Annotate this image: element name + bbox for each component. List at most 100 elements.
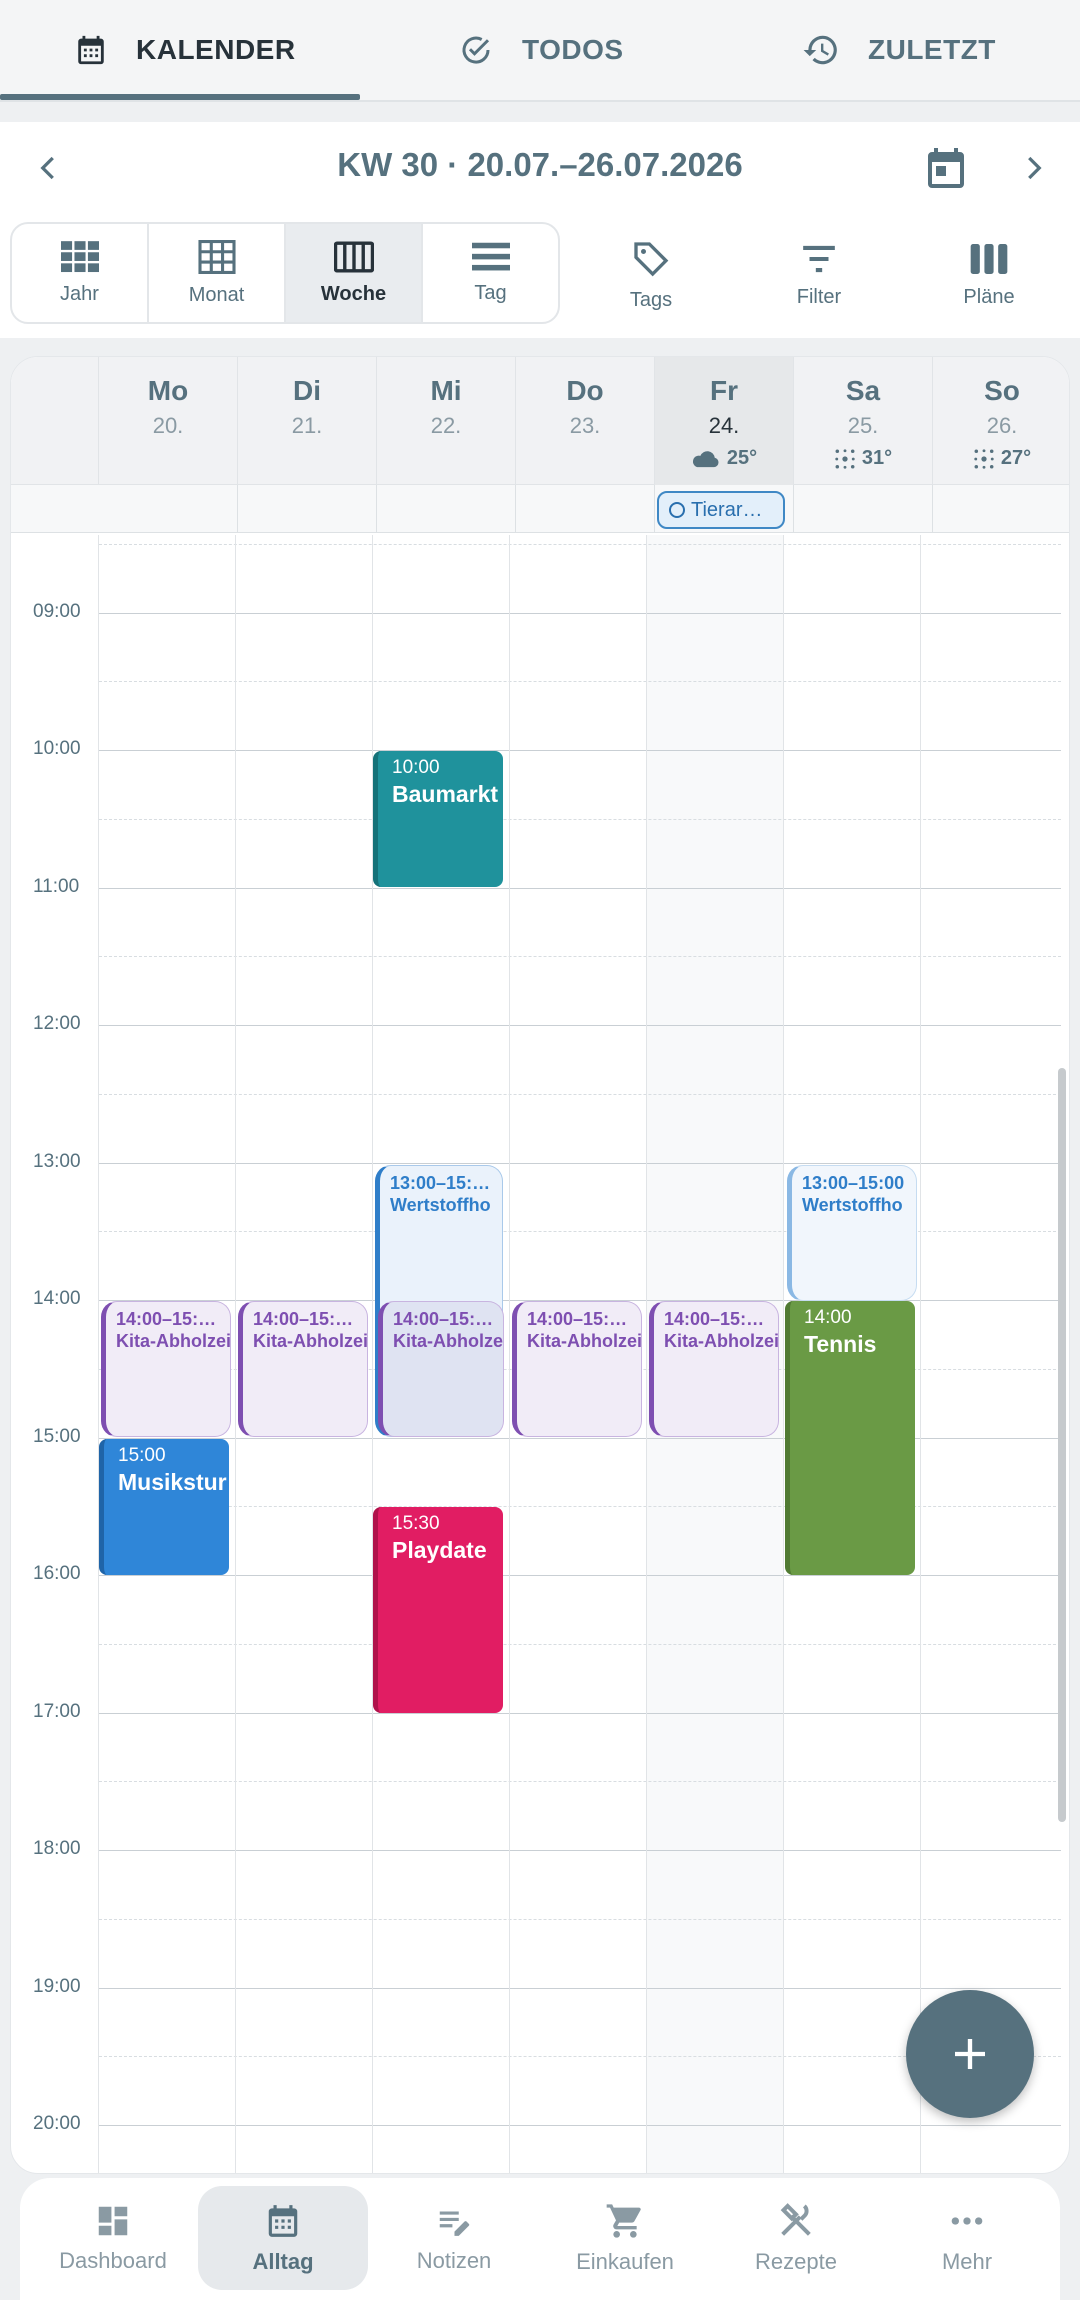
filter-icon — [803, 245, 835, 272]
scrollbar[interactable] — [1058, 1068, 1066, 1822]
hour-line — [99, 750, 1061, 751]
event-kita-do[interactable]: 14:00–15:… Kita-Abholzeiten — [512, 1301, 642, 1437]
tab-zuletzt[interactable]: ZULETZT — [802, 0, 996, 100]
event-playdate[interactable]: 15:30 Playdate — [373, 1507, 503, 1713]
today-button[interactable] — [918, 140, 974, 196]
event-kita-mo[interactable]: 14:00–15:… Kita-Abholzeiten — [101, 1301, 231, 1437]
event-baumarkt[interactable]: 10:00 Baumarkt — [373, 751, 503, 887]
day-header-do[interactable]: Do 23. — [515, 357, 654, 485]
tab-label: TODOS — [522, 34, 624, 65]
event-tennis[interactable]: 14:00 Tennis — [785, 1301, 915, 1575]
half-hour-line — [99, 956, 1061, 957]
top-tab-bar: KALENDER TODOS ZULETZT — [0, 0, 1080, 102]
day-name: Fr — [710, 375, 738, 406]
event-kita-fr[interactable]: 14:00–15:… Kita-Abholzeiten — [649, 1301, 779, 1437]
more-dots-icon — [951, 2217, 983, 2225]
day-date: 23. — [569, 413, 601, 438]
all-day-event[interactable]: Tierar… — [657, 491, 785, 529]
add-event-button[interactable] — [906, 1990, 1034, 2118]
view-month-button[interactable]: Monat — [149, 224, 286, 322]
weather-temp: 25° — [726, 447, 758, 469]
day-name: So — [984, 375, 1020, 406]
view-label: Tag — [474, 281, 507, 304]
event-kita-di[interactable]: 14:00–15:… Kita-Abholzeiten — [238, 1301, 368, 1437]
event-musikstunde[interactable]: 15:00 Musikstur — [99, 1439, 229, 1575]
day-header-so[interactable]: So 26. 27° — [932, 357, 1069, 485]
view-year-button[interactable]: Jahr — [12, 224, 149, 322]
event-title: Baumarkt — [392, 781, 499, 807]
event-time: 15:30 — [392, 1513, 440, 1534]
nav-notizen[interactable]: Notizen — [369, 2186, 539, 2290]
half-hour-line — [99, 1094, 1061, 1095]
day-name: Sa — [845, 375, 881, 406]
nav-label: Rezepte — [755, 2249, 837, 2274]
event-title: Kita-Abholzeiten — [393, 1331, 503, 1351]
tool-label: Pläne — [963, 285, 1015, 308]
time-label: 12:00 — [33, 1013, 81, 1034]
dashboard-icon — [98, 2206, 128, 2236]
nav-alltag[interactable]: Alltag — [198, 2186, 368, 2290]
tab-kalender[interactable]: KALENDER — [74, 0, 296, 100]
day-column-divider — [783, 535, 784, 2173]
nav-einkaufen[interactable]: Einkaufen — [540, 2186, 710, 2290]
day-header-fr[interactable]: Fr 24. 25° — [654, 357, 793, 485]
day-name: Do — [566, 375, 604, 406]
event-title: Musikstur — [118, 1469, 227, 1495]
weather-temp: 31° — [861, 447, 893, 469]
view-day-button[interactable]: Tag — [423, 224, 558, 322]
circle-icon — [669, 502, 685, 518]
time-label: 14:00 — [33, 1288, 81, 1309]
all-day-divider — [654, 485, 655, 533]
view-label: Monat — [188, 283, 245, 306]
next-week-button[interactable] — [1008, 140, 1058, 196]
event-time: 14:00–15:… — [116, 1309, 217, 1329]
half-hour-line — [99, 819, 1061, 820]
view-week-button[interactable]: Woche — [286, 224, 423, 322]
note-edit-icon — [439, 2211, 470, 2236]
plans-button[interactable]: Pläne — [924, 230, 1054, 320]
nav-dashboard[interactable]: Dashboard — [28, 2186, 198, 2290]
event-time: 14:00–15:… — [393, 1309, 494, 1329]
event-title: Wertstoffho — [390, 1195, 491, 1215]
day-header-mo[interactable]: Mo 20. — [98, 357, 237, 485]
day-header-sa[interactable]: Sa 25. 31° — [793, 357, 932, 485]
tool-label: Tags — [629, 288, 673, 311]
half-hour-line — [99, 1506, 1061, 1507]
cloud-icon — [692, 450, 719, 467]
filter-button[interactable]: Filter — [754, 230, 884, 320]
week-columns-icon — [333, 240, 374, 273]
calendar-icon — [268, 2205, 298, 2237]
nav-mehr[interactable]: Mehr — [882, 2186, 1052, 2290]
all-day-divider — [376, 485, 377, 533]
time-label: 18:00 — [33, 1838, 81, 1859]
nav-label: Dashboard — [59, 2248, 167, 2273]
all-day-divider — [793, 485, 794, 533]
event-time: 10:00 — [392, 757, 440, 778]
time-label: 17:00 — [33, 1701, 81, 1722]
event-title: Tennis — [804, 1331, 877, 1357]
nav-label: Notizen — [416, 2248, 492, 2273]
view-label: Woche — [320, 282, 387, 305]
event-wertstoffhof-sa[interactable]: 13:00–15:00 Wertstoffho — [787, 1165, 917, 1301]
time-label: 09:00 — [33, 601, 81, 622]
event-title: Kita-Abholzeiten — [664, 1331, 778, 1351]
event-kita-mi[interactable]: 14:00–15:… Kita-Abholzeiten — [378, 1301, 504, 1437]
day-rows-icon — [471, 242, 510, 270]
event-time: 15:00 — [118, 1445, 166, 1466]
day-header-mi[interactable]: Mi 22. — [376, 357, 515, 485]
nav-rezepte[interactable]: Rezepte — [711, 2186, 881, 2290]
cart-icon — [606, 2204, 641, 2238]
day-header-di[interactable]: Di 21. — [237, 357, 376, 485]
hour-line — [99, 1575, 1061, 1576]
all-day-event-label: Tierar… — [691, 498, 763, 521]
tags-button[interactable]: Tags — [586, 230, 716, 320]
tab-todos[interactable]: TODOS — [458, 0, 624, 100]
tab-label: KALENDER — [136, 34, 296, 65]
day-date: 26. — [986, 413, 1018, 438]
view-label: Jahr — [60, 282, 99, 305]
time-label: 16:00 — [33, 1563, 81, 1584]
half-hour-line — [99, 1919, 1061, 1920]
time-label: 20:00 — [33, 2113, 81, 2134]
check-circle-icon — [462, 36, 490, 64]
hour-line — [99, 1163, 1061, 1164]
